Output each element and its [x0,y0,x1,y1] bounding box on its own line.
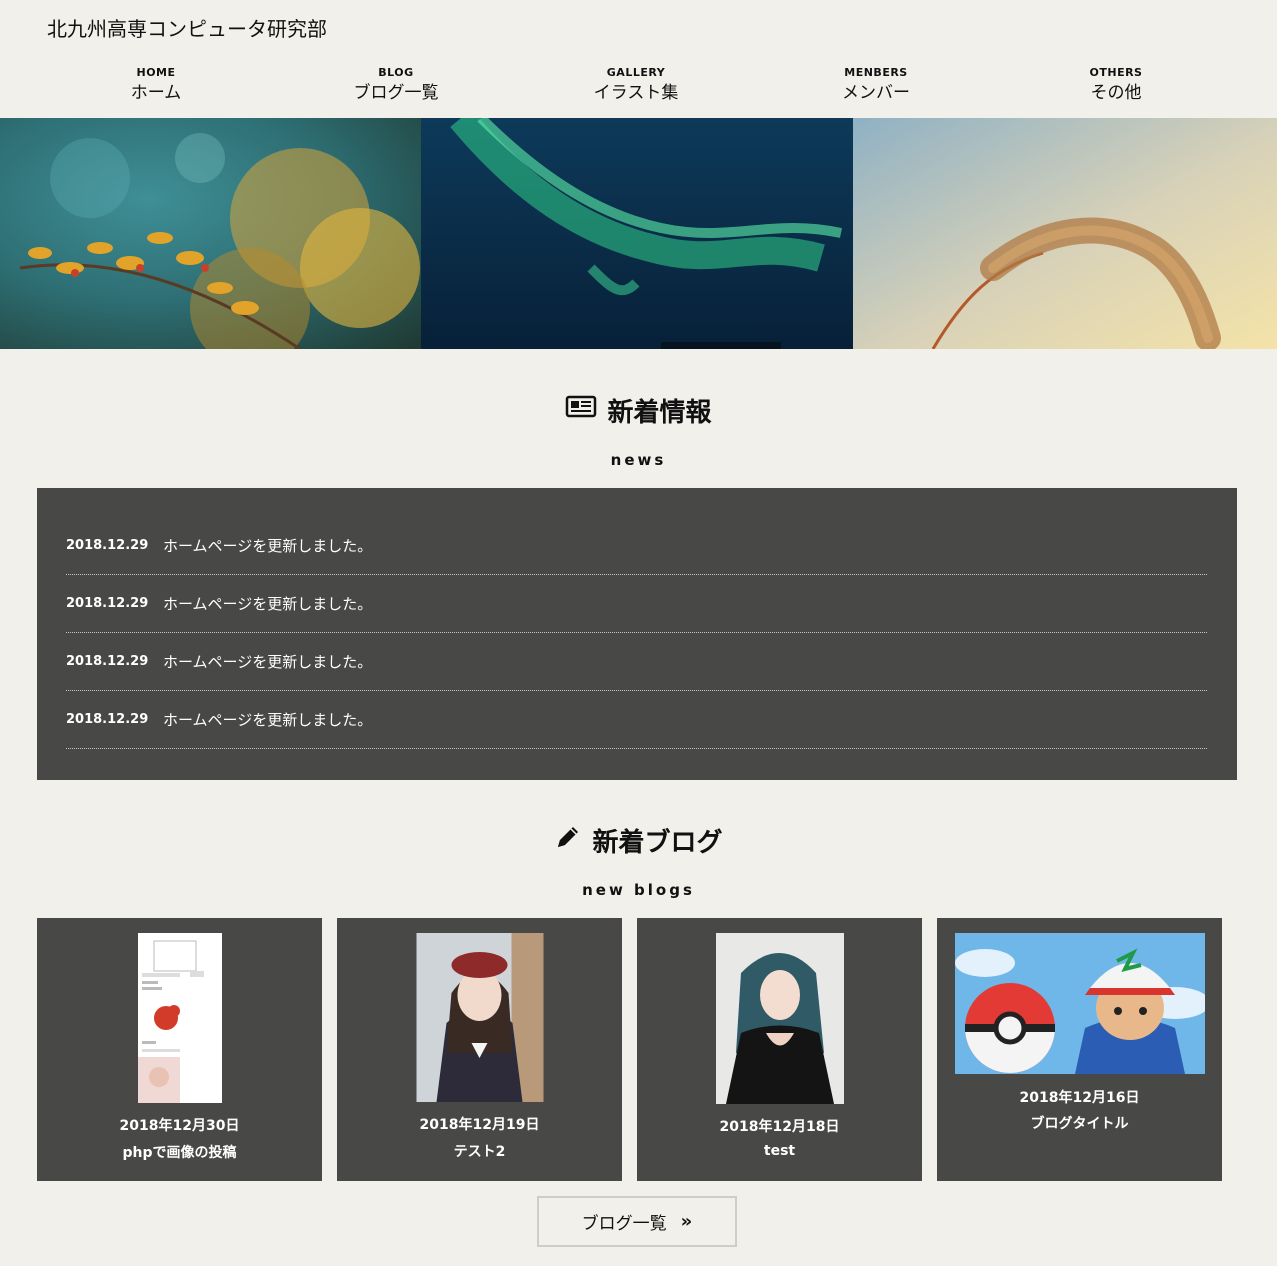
nav-members-ja: メンバー [842,83,910,103]
blog-card[interactable]: 2018年12月19日 テスト2 [337,918,622,1181]
nav-others-ja: その他 [1090,83,1142,103]
nav-home-ja: ホーム [130,83,182,103]
blog-date: 2018年12月18日 [719,1119,840,1135]
blog-date: 2018年12月16日 [1019,1090,1140,1106]
blogs-subheading: new blogs [582,881,695,899]
blog-thumbnail [954,933,1205,1074]
news-heading: 新着情報 [0,392,1277,429]
nav-members-en: MENBERS [844,66,908,79]
news-subheading: news [610,451,667,469]
nav-home[interactable]: HOME ホーム [36,66,276,110]
news-item[interactable]: 2018.12.29 ホームページを更新しました。 [66,575,1207,633]
nav-gallery[interactable]: GALLERY イラスト集 [516,66,756,110]
blog-card[interactable]: 2018年12月16日 ブログタイトル [937,918,1222,1181]
blog-date: 2018年12月30日 [119,1118,240,1134]
news-item[interactable]: 2018.12.29 ホームページを更新しました。 [66,633,1207,691]
news-list: 2018.12.29 ホームページを更新しました。 2018.12.29 ホーム… [37,488,1237,780]
blog-title: ブログタイトル [1030,1116,1129,1132]
blog-card[interactable]: 2018年12月18日 test [637,918,922,1181]
news-date: 2018.12.29 [66,654,149,669]
hero-image-aurora [421,118,853,349]
blogs-heading: 新着ブログ [0,822,1277,859]
blog-title: テスト2 [453,1144,506,1160]
blog-card[interactable]: 2018年12月30日 phpで画像の投稿 [37,918,322,1181]
nav-gallery-ja: イラスト集 [593,83,679,103]
news-text: ホームページを更新しました。 [163,711,373,729]
double-chevron-right-icon: » [680,1211,693,1232]
blog-title: test [763,1143,796,1159]
nav-blog[interactable]: BLOG ブログ一覧 [276,66,516,110]
newspaper-icon [565,395,597,426]
nav-blog-en: BLOG [378,66,414,79]
news-date: 2018.12.29 [66,596,149,611]
blogs-heading-text: 新着ブログ [592,828,723,858]
main-nav: HOME ホーム BLOG ブログ一覧 GALLERY イラスト集 MENBER… [36,66,1236,110]
news-text: ホームページを更新しました。 [163,595,373,613]
site-title[interactable]: 北九州高専コンピュータ研究部 [47,13,327,42]
nav-home-en: HOME [136,66,176,79]
blog-list-button-label: ブログ一覧 [581,1214,667,1234]
blog-thumbnail [416,933,543,1102]
blog-date: 2018年12月19日 [419,1117,540,1133]
blog-list-button[interactable]: ブログ一覧 » [537,1196,737,1247]
nav-blog-ja: ブログ一覧 [353,83,439,103]
nav-others[interactable]: OTHERS その他 [996,66,1236,110]
hero-banner [0,118,1277,349]
news-text: ホームページを更新しました。 [163,537,373,555]
pencil-icon [554,823,582,858]
blog-thumbnail [137,933,222,1103]
news-heading-text: 新着情報 [607,398,712,428]
news-date: 2018.12.29 [66,712,149,727]
blog-title: phpで画像の投稿 [122,1145,237,1161]
nav-gallery-en: GALLERY [606,66,666,79]
hero-image-grass-plume [853,118,1277,349]
hero-image-autumn-leaves [0,118,421,349]
news-date: 2018.12.29 [66,538,149,553]
news-item[interactable]: 2018.12.29 ホームページを更新しました。 [66,517,1207,575]
news-item[interactable]: 2018.12.29 ホームページを更新しました。 [66,691,1207,749]
nav-members[interactable]: MENBERS メンバー [756,66,996,110]
nav-others-en: OTHERS [1089,66,1143,79]
blog-thumbnail [715,933,844,1104]
news-text: ホームページを更新しました。 [163,653,373,671]
